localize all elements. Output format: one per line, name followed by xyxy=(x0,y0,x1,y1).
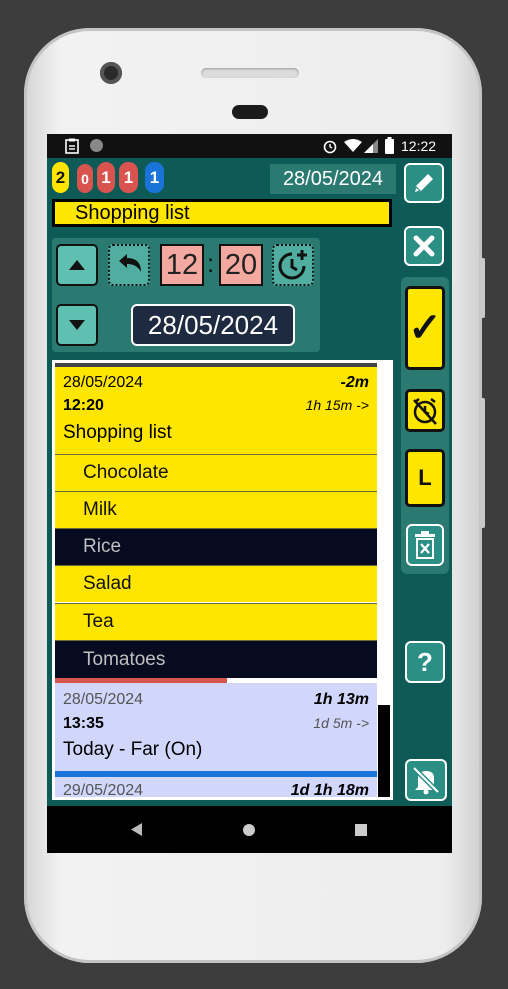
item-label: Chocolate xyxy=(83,462,169,483)
counter-pill: 1 xyxy=(119,162,138,193)
item-label: Rice xyxy=(83,536,122,557)
item-label: Tomatoes xyxy=(83,648,166,670)
minute-field[interactable]: 20 xyxy=(219,244,263,286)
confirm-button[interactable]: ✓ xyxy=(405,286,445,370)
home-icon[interactable] xyxy=(243,824,255,836)
triangle-down-icon xyxy=(69,320,85,330)
counter-pill: 0 xyxy=(77,164,93,193)
list-item[interactable]: Rice xyxy=(55,528,377,565)
alarm-off-icon xyxy=(413,397,437,425)
entry-title-text: Shopping list xyxy=(75,201,190,224)
clock-plus-icon xyxy=(278,250,307,280)
card-delta: 1h 13m xyxy=(313,691,369,708)
edit-button[interactable] xyxy=(404,163,444,203)
list-scrollbar[interactable] xyxy=(378,705,390,797)
triangle-up-icon xyxy=(69,260,85,270)
close-button[interactable] xyxy=(404,226,444,266)
counter-pill: 1 xyxy=(145,162,164,193)
decrement-button[interactable] xyxy=(56,304,98,346)
card-duration: 1d 5m -> xyxy=(313,715,369,731)
undo-button[interactable] xyxy=(108,244,150,286)
undo-icon xyxy=(119,254,141,272)
bell-off-icon xyxy=(412,766,440,795)
hour-field[interactable]: 12 xyxy=(160,244,204,286)
card-delta: 1d 1h 18m xyxy=(290,782,369,799)
wifi-icon xyxy=(344,139,362,152)
counter-pill: 2 xyxy=(52,162,69,193)
alarm-status-icon xyxy=(323,140,337,154)
signal-icon xyxy=(364,139,378,153)
date-picker[interactable]: 28/05/2024 xyxy=(131,304,295,346)
card-delta: -2m xyxy=(340,374,369,391)
delete-button[interactable] xyxy=(406,524,444,566)
app-screen: 12:22 2 0 1 1 1 28/05/2024 Shopping list… xyxy=(47,134,452,853)
recents-icon[interactable] xyxy=(355,824,367,836)
card-title: Today - Far (On) xyxy=(63,739,203,760)
item-label: Milk xyxy=(83,499,117,520)
help-label: ? xyxy=(417,646,433,677)
mute-button[interactable] xyxy=(405,759,447,801)
list-card-next[interactable]: 29/05/2024 1d 1h 18m xyxy=(55,777,377,799)
speaker-grille xyxy=(201,68,299,78)
item-label: Salad xyxy=(83,573,132,594)
list-item[interactable]: Tomatoes xyxy=(55,640,377,678)
item-label: Tea xyxy=(83,611,114,632)
status-time: 12:22 xyxy=(401,138,437,154)
time-separator: : xyxy=(207,248,215,278)
list-item[interactable]: Chocolate xyxy=(55,454,377,491)
navigation-bar xyxy=(47,806,452,853)
counter-pill: 1 xyxy=(97,162,115,193)
alarm-off-button[interactable] xyxy=(405,389,445,432)
l-button[interactable]: L xyxy=(405,449,445,507)
trash-icon xyxy=(415,531,435,559)
card-time: 12:20 xyxy=(63,397,104,414)
header-date[interactable]: 28/05/2024 xyxy=(270,164,396,194)
add-alarm-button[interactable] xyxy=(272,244,314,286)
list-item[interactable]: Tea xyxy=(55,603,377,640)
list-item[interactable]: Milk xyxy=(55,491,377,528)
pencil-icon xyxy=(415,174,433,192)
battery-icon xyxy=(385,137,394,154)
back-icon[interactable] xyxy=(131,823,143,836)
power-button xyxy=(480,258,485,318)
increment-button[interactable] xyxy=(56,244,98,286)
clipboard-notification-icon xyxy=(65,138,79,154)
volume-button xyxy=(480,398,485,528)
card-date: 28/05/2024 xyxy=(63,691,144,708)
front-camera xyxy=(100,62,122,84)
earpiece xyxy=(232,105,268,119)
entry-title[interactable]: Shopping list xyxy=(52,199,392,227)
help-button[interactable]: ? xyxy=(405,641,445,683)
card-time: 13:35 xyxy=(63,715,104,732)
card-date: 29/05/2024 xyxy=(63,782,144,799)
card-date: 28/05/2024 xyxy=(63,374,144,391)
card-duration: 1h 15m -> xyxy=(305,397,369,413)
list-card-today[interactable]: 28/05/2024 1h 13m 13:35 1d 5m -> Today -… xyxy=(55,683,377,771)
card-title: Shopping list xyxy=(63,422,172,443)
status-bar: 12:22 xyxy=(47,134,452,158)
list-item[interactable]: Salad xyxy=(55,565,377,602)
l-label: L xyxy=(418,465,432,490)
checkmark-icon: ✓ xyxy=(408,306,442,350)
close-icon xyxy=(413,235,435,257)
entries-list[interactable]: 28/05/2024 -2m 12:20 1h 15m -> Shopping … xyxy=(52,360,393,800)
circle-notification-icon xyxy=(90,139,103,152)
list-card-shopping[interactable]: 28/05/2024 -2m 12:20 1h 15m -> Shopping … xyxy=(55,367,377,454)
